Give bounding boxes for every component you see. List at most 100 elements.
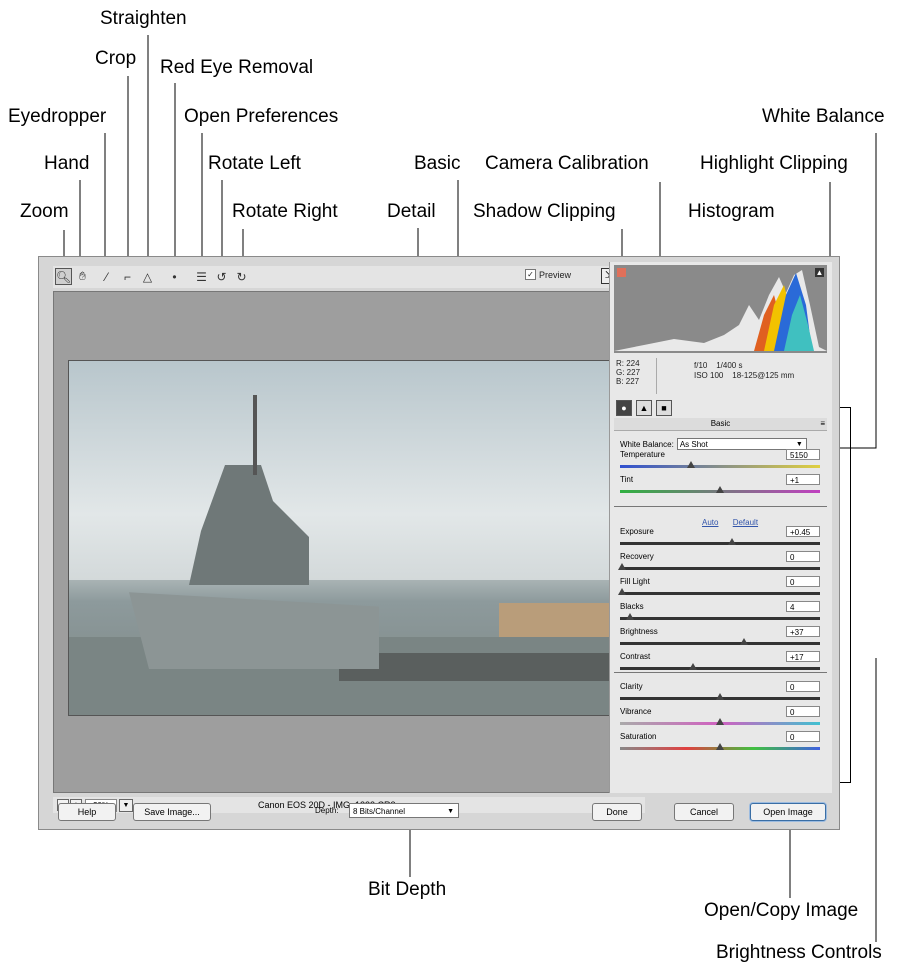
slider-thumb[interactable] <box>727 538 736 545</box>
cancel-button[interactable]: Cancel <box>674 803 734 821</box>
slider-recovery[interactable]: Recovery 0 <box>618 551 820 574</box>
auto-link[interactable]: Auto <box>702 518 718 527</box>
eyedropper-icon[interactable]: ⁄ <box>98 268 115 285</box>
divider <box>614 506 827 507</box>
slider-track[interactable] <box>620 617 820 620</box>
right-panel: ▲ R: 224 G: 227 B: 227 f/10 1/400 s ISO … <box>609 262 832 793</box>
slider-thumb[interactable] <box>618 588 626 595</box>
slider-value-field[interactable]: 0 <box>786 731 820 742</box>
slider-thumb[interactable] <box>739 638 748 645</box>
callout-bit-depth: Bit Depth <box>368 879 447 900</box>
slider-track[interactable] <box>620 465 820 468</box>
slider-value-field[interactable]: +37 <box>786 626 820 637</box>
help-button[interactable]: Help <box>58 803 116 821</box>
callout-shadow-clipping: Shadow Clipping <box>473 201 616 222</box>
slider-track[interactable] <box>620 667 820 670</box>
tab-camera-calibration[interactable]: ■ <box>656 400 672 416</box>
camera-info: R: 224 G: 227 B: 227 f/10 1/400 s ISO 10… <box>614 358 827 396</box>
slider-clarity[interactable]: Clarity 0 <box>620 681 820 704</box>
callout-histogram: Histogram <box>688 201 775 222</box>
slider-value-field[interactable]: 5150 <box>786 449 820 460</box>
red-eye-icon[interactable]: • <box>166 268 183 285</box>
preview-checkbox[interactable]: ✓ <box>525 269 536 280</box>
slider-label: Exposure <box>620 527 654 536</box>
depth-select[interactable]: 8 Bits/Channel ▼ <box>349 803 459 818</box>
slider-brightness[interactable]: Brightness +37 <box>620 626 820 649</box>
callout-open-copy-image: Open/Copy Image <box>704 900 859 921</box>
crop-icon[interactable]: ⌐ <box>119 268 136 285</box>
callout-brightness-controls: Brightness Controls <box>716 942 882 963</box>
rgb-b: B: 227 <box>616 377 640 386</box>
slider-track[interactable] <box>620 567 820 570</box>
callout-detail: Detail <box>387 201 436 222</box>
slider-thumb[interactable] <box>686 461 695 468</box>
slider-temperature[interactable]: Temperature 5150 <box>620 449 820 472</box>
slider-thumb[interactable] <box>716 718 724 725</box>
callout-zoom: Zoom <box>20 201 69 222</box>
slider-value-field[interactable]: 0 <box>786 706 820 717</box>
image-preview-area[interactable] <box>53 291 645 793</box>
slider-blacks[interactable]: Blacks 4 <box>620 601 820 624</box>
default-link[interactable]: Default <box>733 518 758 527</box>
callout-highlight-clipping: Highlight Clipping <box>700 153 848 174</box>
slider-tint[interactable]: Tint +1 <box>620 474 820 497</box>
slider-label: Vibrance <box>620 707 652 716</box>
slider-thumb[interactable] <box>625 613 634 620</box>
slider-thumb[interactable] <box>716 743 724 750</box>
chevron-down-icon: ▼ <box>447 808 454 815</box>
callout-rotate-right: Rotate Right <box>232 201 338 222</box>
slider-label: Fill Light <box>620 577 650 586</box>
slider-label: Temperature <box>620 450 665 459</box>
save-image-button[interactable]: Save Image... <box>133 803 211 821</box>
slider-value-field[interactable]: 0 <box>786 681 820 692</box>
rotate-left-icon[interactable]: ↺ <box>213 268 230 285</box>
slider-label: Blacks <box>620 602 644 611</box>
slider-track[interactable] <box>620 592 820 595</box>
slider-thumb[interactable] <box>716 486 724 493</box>
slider-saturation[interactable]: Saturation 0 <box>620 731 820 754</box>
aperture: f/10 <box>694 361 708 370</box>
lens: 18-125@125 mm <box>732 371 795 380</box>
straighten-icon[interactable]: △ <box>139 268 156 285</box>
slider-thumb[interactable] <box>688 663 697 670</box>
slider-label: Saturation <box>620 732 657 741</box>
tab-basic[interactable]: ● <box>616 400 632 416</box>
callout-hand: Hand <box>44 153 90 174</box>
slider-fill-light[interactable]: Fill Light 0 <box>618 576 820 599</box>
callout-camera-calibration: Camera Calibration <box>485 153 649 174</box>
preview-label: Preview <box>539 269 572 280</box>
slider-vibrance[interactable]: Vibrance 0 <box>620 706 820 729</box>
preview-image <box>68 360 622 716</box>
callout-straighten: Straighten <box>100 8 187 29</box>
done-button[interactable]: Done <box>592 803 642 821</box>
tab-detail[interactable]: ▲ <box>636 400 652 416</box>
slider-value-field[interactable]: +0.45 <box>786 526 820 537</box>
open-image-button[interactable]: Open Image <box>750 803 826 821</box>
slider-track[interactable] <box>620 542 820 545</box>
slider-thumb[interactable] <box>716 693 724 700</box>
depth-value: 8 Bits/Channel <box>353 807 406 816</box>
slider-label: Brightness <box>620 627 658 636</box>
hand-icon[interactable]: ✋︎ <box>74 268 91 285</box>
preferences-icon[interactable]: ☰ <box>193 268 210 285</box>
slider-thumb[interactable] <box>618 563 626 570</box>
slider-value-field[interactable]: 0 <box>786 551 820 562</box>
slider-label: Recovery <box>620 552 654 561</box>
callout-basic: Basic <box>414 153 461 174</box>
slider-value-field[interactable]: 4 <box>786 601 820 612</box>
slider-value-field[interactable]: 0 <box>786 576 820 587</box>
zoom-icon[interactable]: 🔍︎ <box>55 268 72 285</box>
slider-track[interactable] <box>620 642 820 645</box>
slider-contrast[interactable]: Contrast +17 <box>620 651 820 674</box>
section-title: Basic <box>710 419 731 428</box>
toolbar: 🔍︎ ✋︎ ⁄ ⌐ △ • ☰ ↺ ↻ ✓ Preview ⇲ <box>53 266 645 288</box>
slider-exposure[interactable]: Exposure +0.45 <box>620 526 820 549</box>
white-balance-label: White Balance: <box>620 439 674 449</box>
slider-value-field[interactable]: +1 <box>786 474 820 485</box>
slider-value-field[interactable]: +17 <box>786 651 820 662</box>
rotate-right-icon[interactable]: ↻ <box>233 268 250 285</box>
preview-toggle[interactable]: ✓ Preview <box>525 269 571 280</box>
callout-crop: Crop <box>95 48 137 69</box>
panel-menu-icon[interactable]: ≡ <box>820 418 825 430</box>
rgb-r: R: 224 <box>616 359 640 368</box>
